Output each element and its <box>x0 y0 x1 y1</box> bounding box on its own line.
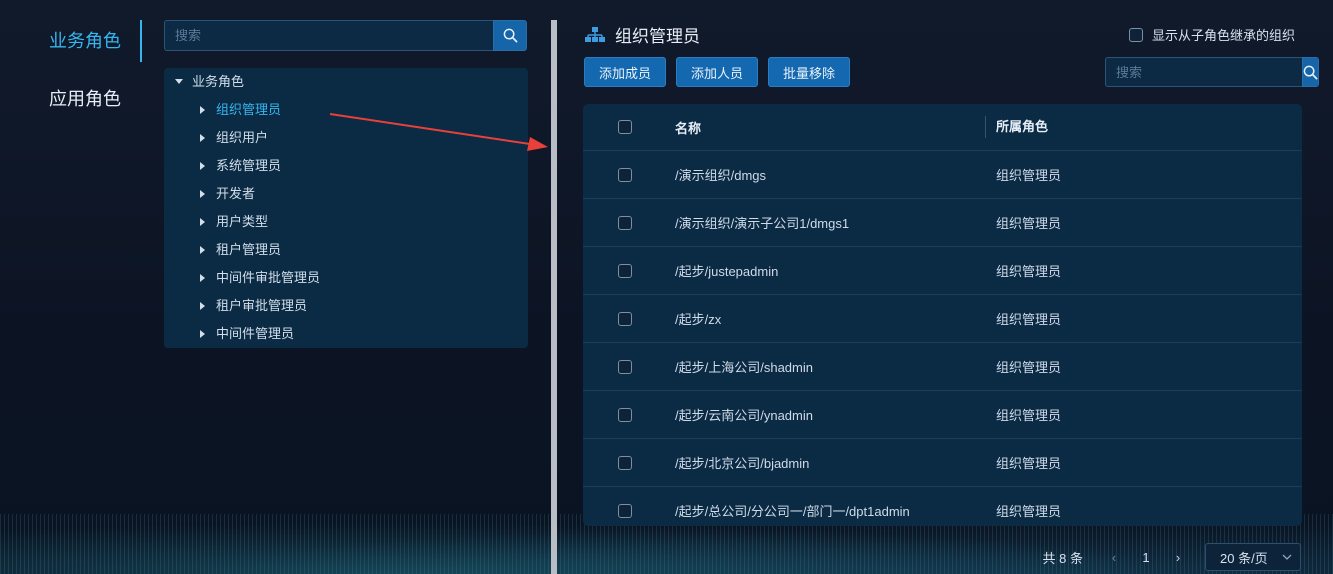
table-row[interactable]: /起步/云南公司/ynadmin 组织管理员 <box>583 391 1302 439</box>
tree-node-label: 中间件管理员 <box>216 326 295 341</box>
inherit-checkbox[interactable] <box>1128 27 1143 42</box>
tree-node-label: 中间件审批管理员 <box>216 270 321 285</box>
tree-node-label: 用户类型 <box>216 214 269 229</box>
row-checkbox[interactable] <box>618 167 632 182</box>
chevron-right-icon[interactable]: › <box>1165 550 1191 565</box>
tree-node-org-user[interactable]: 组织用户 <box>164 124 528 152</box>
page-number[interactable]: 1 <box>1127 550 1165 565</box>
column-header-name[interactable]: 名称 <box>667 118 985 137</box>
tree-node-developer[interactable]: 开发者 <box>164 180 528 208</box>
row-checkbox[interactable] <box>618 215 632 230</box>
tree-node-label: 业务角色 <box>192 74 245 89</box>
cell-name: /起步/justepadmin <box>675 264 779 279</box>
role-type-tabs: 业务角色 应用角色 <box>0 18 142 122</box>
cell-role: 组织管理员 <box>996 312 1062 327</box>
tab-application-roles[interactable]: 应用角色 <box>0 76 142 122</box>
caret-right-icon[interactable] <box>196 162 210 170</box>
table-row[interactable]: /起步/北京公司/bjadmin 组织管理员 <box>583 439 1302 487</box>
caret-right-icon[interactable] <box>196 190 210 198</box>
cell-role: 组织管理员 <box>996 216 1062 231</box>
page-size-value: 20 条/页 <box>1220 550 1268 566</box>
list-search-input[interactable] <box>1105 57 1302 87</box>
table-row[interactable]: /起步/justepadmin 组织管理员 <box>583 247 1302 295</box>
caret-down-icon[interactable] <box>172 79 186 85</box>
caret-right-icon[interactable] <box>196 134 210 142</box>
cell-role: 组织管理员 <box>996 264 1062 279</box>
cell-role: 组织管理员 <box>996 168 1062 183</box>
add-person-button[interactable]: 添加人员 <box>676 57 759 87</box>
row-checkbox[interactable] <box>618 455 632 470</box>
list-search <box>1105 57 1319 87</box>
cell-name: /演示组织/dmgs <box>675 168 767 183</box>
panel-splitter[interactable] <box>551 20 557 574</box>
cell-role: 组织管理员 <box>996 504 1062 519</box>
tree-node-middleware-admin[interactable]: 中间件管理员 <box>164 320 528 348</box>
column-header-role[interactable]: 所属角色 <box>985 116 1302 138</box>
tree-node-label: 组织用户 <box>216 130 269 145</box>
toolbar: 添加成员 添加人员 批量移除 <box>584 57 851 87</box>
total-count: 共 8 条 <box>1042 550 1083 566</box>
page-size-select[interactable]: 20 条/页 <box>1205 543 1301 571</box>
inherit-label: 显示从子角色继承的组织 <box>1151 28 1295 43</box>
select-all-checkbox[interactable] <box>618 120 632 134</box>
org-structure-icon <box>585 26 605 42</box>
row-checkbox[interactable] <box>618 359 632 374</box>
tree-node-label: 租户审批管理员 <box>216 298 308 313</box>
pagination: 共 8 条 ‹ 1 › 20 条/页 <box>1043 543 1301 571</box>
row-checkbox[interactable] <box>618 503 632 518</box>
tree-search-button[interactable] <box>493 20 527 51</box>
tree-node-user-type[interactable]: 用户类型 <box>164 208 528 236</box>
cell-name: /起步/总公司/分公司一/部门一/dpt1admin <box>675 504 910 519</box>
panel-title-text: 组织管理员 <box>615 27 700 46</box>
tree-node-label: 系统管理员 <box>216 158 282 173</box>
table-row[interactable]: /演示组织/演示子公司1/dmgs1 组织管理员 <box>583 199 1302 247</box>
chevron-down-icon <box>1282 554 1292 560</box>
table-row[interactable]: /起步/zx 组织管理员 <box>583 295 1302 343</box>
tree-node-org-admin[interactable]: 组织管理员 <box>164 96 528 124</box>
caret-right-icon[interactable] <box>196 302 210 310</box>
tree-node-system-admin[interactable]: 系统管理员 <box>164 152 528 180</box>
tree-node-tenant-admin[interactable]: 租户管理员 <box>164 236 528 264</box>
tab-business-roles[interactable]: 业务角色 <box>0 18 142 64</box>
row-checkbox[interactable] <box>618 407 632 422</box>
panel-title: 组织管理员 <box>584 22 700 47</box>
tree-node-tenant-approval-admin[interactable]: 租户审批管理员 <box>164 292 528 320</box>
search-icon <box>503 28 517 43</box>
row-checkbox[interactable] <box>618 311 632 326</box>
chevron-left-icon[interactable]: ‹ <box>1101 550 1127 565</box>
table-header: 名称 所属角色 <box>583 104 1302 151</box>
cell-name: /演示组织/演示子公司1/dmgs1 <box>675 216 850 231</box>
tree-node-label: 租户管理员 <box>216 242 282 257</box>
member-table: 名称 所属角色 /演示组织/dmgs 组织管理员 /演示组织/演示子公司1/dm… <box>583 104 1302 526</box>
tree-node-root[interactable]: 业务角色 <box>164 68 528 96</box>
table-row[interactable]: /演示组织/dmgs 组织管理员 <box>583 151 1302 199</box>
tree-node-middleware-approval-admin[interactable]: 中间件审批管理员 <box>164 264 528 292</box>
cell-name: /起步/北京公司/bjadmin <box>675 456 810 471</box>
cell-name: /起步/zx <box>675 312 722 327</box>
table-row[interactable]: /起步/总公司/分公司一/部门一/dpt1admin 组织管理员 <box>583 487 1302 526</box>
tree-search-input[interactable] <box>164 20 493 51</box>
list-search-button[interactable] <box>1302 57 1319 87</box>
role-tree: 业务角色 组织管理员 组织用户 系统管理员 开发者 用户类型 租户管理员 中间件… <box>164 68 528 348</box>
caret-right-icon[interactable] <box>196 106 210 114</box>
caret-right-icon[interactable] <box>196 274 210 282</box>
batch-remove-button[interactable]: 批量移除 <box>768 57 851 87</box>
cell-role: 组织管理员 <box>996 360 1062 375</box>
cell-role: 组织管理员 <box>996 456 1062 471</box>
cell-name: /起步/云南公司/ynadmin <box>675 408 813 423</box>
inherit-toggle[interactable]: 显示从子角色继承的组织 <box>1128 25 1295 44</box>
caret-right-icon[interactable] <box>196 218 210 226</box>
caret-right-icon[interactable] <box>196 330 210 338</box>
tree-node-label: 开发者 <box>216 186 256 201</box>
tree-node-label: 组织管理员 <box>216 102 282 117</box>
table-row[interactable]: /起步/上海公司/shadmin 组织管理员 <box>583 343 1302 391</box>
cell-name: /起步/上海公司/shadmin <box>675 360 813 375</box>
caret-right-icon[interactable] <box>196 246 210 254</box>
cell-role: 组织管理员 <box>996 408 1062 423</box>
add-member-button[interactable]: 添加成员 <box>584 57 667 87</box>
search-icon <box>1303 65 1318 79</box>
row-checkbox[interactable] <box>618 263 632 278</box>
tree-search <box>164 20 527 51</box>
